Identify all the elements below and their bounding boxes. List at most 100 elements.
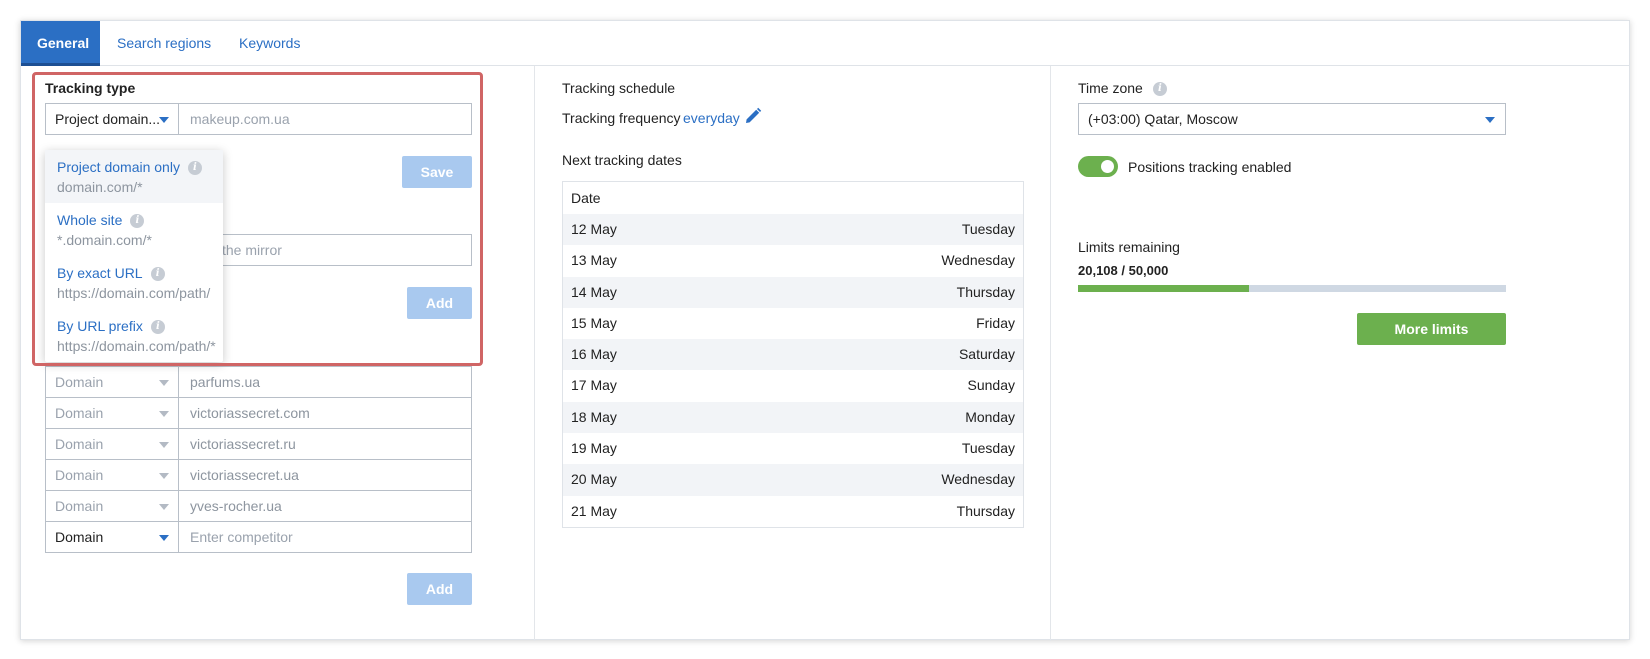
date-cell: 16 May [571,346,617,363]
add-mirror-button[interactable]: Add [407,287,472,319]
tab-search-regions[interactable]: Search regions [117,21,211,66]
toggle-knob [1101,160,1114,173]
info-icon[interactable]: i [150,267,165,282]
chevron-down-icon [159,411,169,417]
day-cell: Thursday [956,283,1015,300]
more-limits-button[interactable]: More limits [1357,313,1506,345]
tracking-frequency-value[interactable]: everyday [683,110,740,126]
competitor-type-select[interactable]: Domain [45,366,179,398]
table-row: 14 May Thursday [563,276,1023,308]
timezone-label-text: Time zone [1078,80,1143,96]
timezone-selected: (+03:00) Qatar, Moscow [1088,111,1238,127]
chevron-down-icon [159,380,169,386]
table-row: 17 May Sunday [563,370,1023,401]
tab-keywords[interactable]: Keywords [239,21,300,66]
project-domain-input[interactable]: makeup.com.ua [178,103,472,135]
dropdown-option-exact-url[interactable]: By exact URL i https://domain.com/path/ [45,256,223,309]
day-cell: Saturday [958,346,1015,363]
limits-label: Limits remaining [1078,239,1180,255]
limits-progress-fill [1078,285,1250,292]
competitor-input[interactable]: yves-rocher.ua [178,490,472,522]
tab-general[interactable]: General [21,21,100,66]
option-title: By URL prefix [57,318,143,334]
date-cell: 17 May [571,377,617,394]
competitor-type-value: Domain [55,405,104,421]
pencil-icon[interactable] [744,107,762,125]
table-row: 13 May Wednesday [563,245,1023,276]
chevron-down-icon [159,117,169,123]
chevron-down-icon [159,535,169,541]
timezone-select[interactable]: (+03:00) Qatar, Moscow [1078,103,1506,135]
chevron-down-icon [1485,117,1495,123]
option-title: By exact URL [57,265,143,281]
tracking-type-select[interactable]: Project domain... [45,103,179,135]
competitor-input[interactable]: victoriassecret.ru [178,428,472,460]
table-row: 12 May Tuesday [563,214,1023,246]
limits-value: 20,108 / 50,000 [1078,263,1169,278]
tracking-type-dropdown: Project domain only i domain.com/* Whole … [45,150,223,362]
table-header: Date [571,190,601,206]
competitor-type-value: Domain [55,498,104,514]
option-pattern: https://domain.com/path/ [57,285,211,301]
date-cell: 14 May [571,283,617,300]
date-cell: 13 May [571,252,617,269]
day-cell: Monday [965,408,1015,425]
info-icon[interactable]: i [150,320,165,335]
positions-tracking-toggle[interactable] [1078,156,1118,177]
competitor-type-value: Domain [55,374,104,390]
dropdown-option-whole-site[interactable]: Whole site i *.domain.com/* [45,203,223,256]
day-cell: Wednesday [941,252,1015,269]
table-row: 21 May Thursday [563,496,1023,527]
chevron-down-icon [159,473,169,479]
date-cell: 15 May [571,314,617,331]
tab-bar: General Search regions Keywords [21,21,1629,66]
tracking-type-label: Tracking type [45,80,136,96]
add-competitor-button[interactable]: Add [407,573,472,605]
day-cell: Friday [976,314,1015,331]
date-cell: 21 May [571,502,617,519]
option-title: Whole site [57,212,123,228]
tracking-frequency-label: Tracking frequency [562,110,681,126]
column-divider [1050,66,1051,641]
competitor-input[interactable]: parfums.ua [178,366,472,398]
competitor-type-select[interactable]: Domain [45,490,179,522]
competitor-type-select[interactable]: Domain [45,397,179,429]
new-competitor-type-select[interactable]: Domain [45,521,179,553]
day-cell: Tuesday [961,440,1015,457]
table-row: 18 May Monday [563,401,1023,434]
competitor-input[interactable]: victoriassecret.com [178,397,472,429]
mirror-input[interactable]: the mirror [210,234,472,266]
day-cell: Sunday [967,377,1015,394]
day-cell: Tuesday [961,221,1015,237]
option-title: Project domain only [57,159,180,175]
new-competitor-type-value: Domain [55,529,104,545]
dropdown-option-project-domain[interactable]: Project domain only i domain.com/* [45,150,223,203]
table-row: 19 May Tuesday [563,433,1023,464]
save-button[interactable]: Save [402,156,472,188]
limits-progress-bar [1078,285,1506,292]
competitor-type-select[interactable]: Domain [45,428,179,460]
table-row: 20 May Wednesday [563,464,1023,496]
competitor-type-select[interactable]: Domain [45,459,179,491]
timezone-label: Time zone i [1078,80,1167,97]
option-pattern: https://domain.com/path/* [57,338,216,354]
competitor-input[interactable]: victoriassecret.ua [178,459,472,491]
day-cell: Thursday [956,502,1015,519]
table-row: 15 May Friday [563,308,1023,339]
table-row: 16 May Saturday [563,339,1023,371]
info-icon[interactable]: i [1152,82,1167,97]
date-cell: 20 May [571,471,617,488]
new-competitor-input[interactable]: Enter competitor [178,521,472,553]
dropdown-option-url-prefix[interactable]: By URL prefix i https://domain.com/path/* [45,309,223,362]
positions-tracking-label: Positions tracking enabled [1128,159,1292,175]
column-divider [534,66,535,641]
tracking-type-selected: Project domain... [55,111,161,127]
info-icon[interactable]: i [187,161,202,176]
info-icon[interactable]: i [130,214,145,229]
option-pattern: domain.com/* [57,179,143,195]
tracking-dates-table: Date 12 May Tuesday 13 May Wednesday 14 Ma… [562,181,1024,528]
competitor-type-value: Domain [55,467,104,483]
next-tracking-dates-label: Next tracking dates [562,152,682,168]
day-cell: Wednesday [941,471,1015,488]
date-cell: 18 May [571,408,617,425]
